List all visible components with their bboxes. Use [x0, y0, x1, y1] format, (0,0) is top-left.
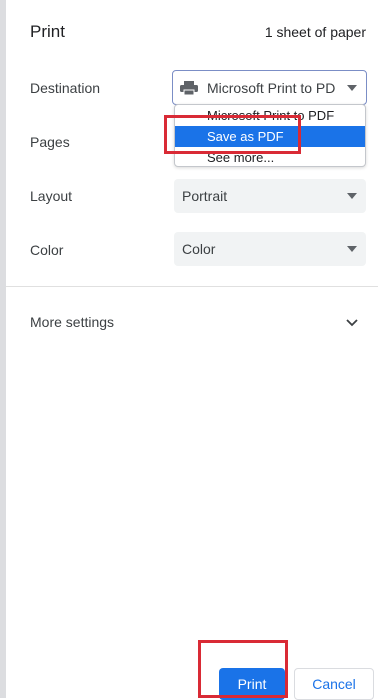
left-rail [0, 0, 6, 698]
layout-select[interactable]: Portrait [174, 179, 366, 213]
section-divider [6, 286, 378, 287]
dropdown-caret-icon [347, 246, 357, 252]
dropdown-caret-icon [347, 85, 357, 91]
pages-label: Pages [30, 134, 70, 150]
more-settings-toggle[interactable]: More settings [30, 314, 114, 330]
page-title: Print [30, 22, 65, 41]
destination-label: Destination [30, 80, 101, 96]
cancel-button[interactable]: Cancel [294, 668, 374, 700]
option-save-as-pdf[interactable]: Save as PDF [175, 126, 365, 147]
chevron-down-icon[interactable] [344, 314, 360, 330]
layout-value: Portrait [182, 188, 228, 204]
color-value: Color [182, 241, 216, 257]
destination-dropdown: Microsoft Print to PDF Save as PDF See m… [174, 104, 366, 167]
layout-label: Layout [30, 188, 73, 204]
sheet-count: 1 sheet of paper [264, 24, 366, 40]
printer-icon [179, 80, 199, 96]
destination-select[interactable]: Microsoft Print to PD [172, 70, 367, 105]
color-select[interactable]: Color [174, 232, 366, 266]
option-microsoft-print-to-pdf[interactable]: Microsoft Print to PDF [175, 105, 365, 126]
option-see-more[interactable]: See more... [175, 147, 365, 166]
destination-value: Microsoft Print to PD [207, 79, 336, 96]
dropdown-caret-icon [347, 193, 357, 199]
color-label: Color [30, 242, 64, 258]
print-button[interactable]: Print [219, 668, 285, 700]
